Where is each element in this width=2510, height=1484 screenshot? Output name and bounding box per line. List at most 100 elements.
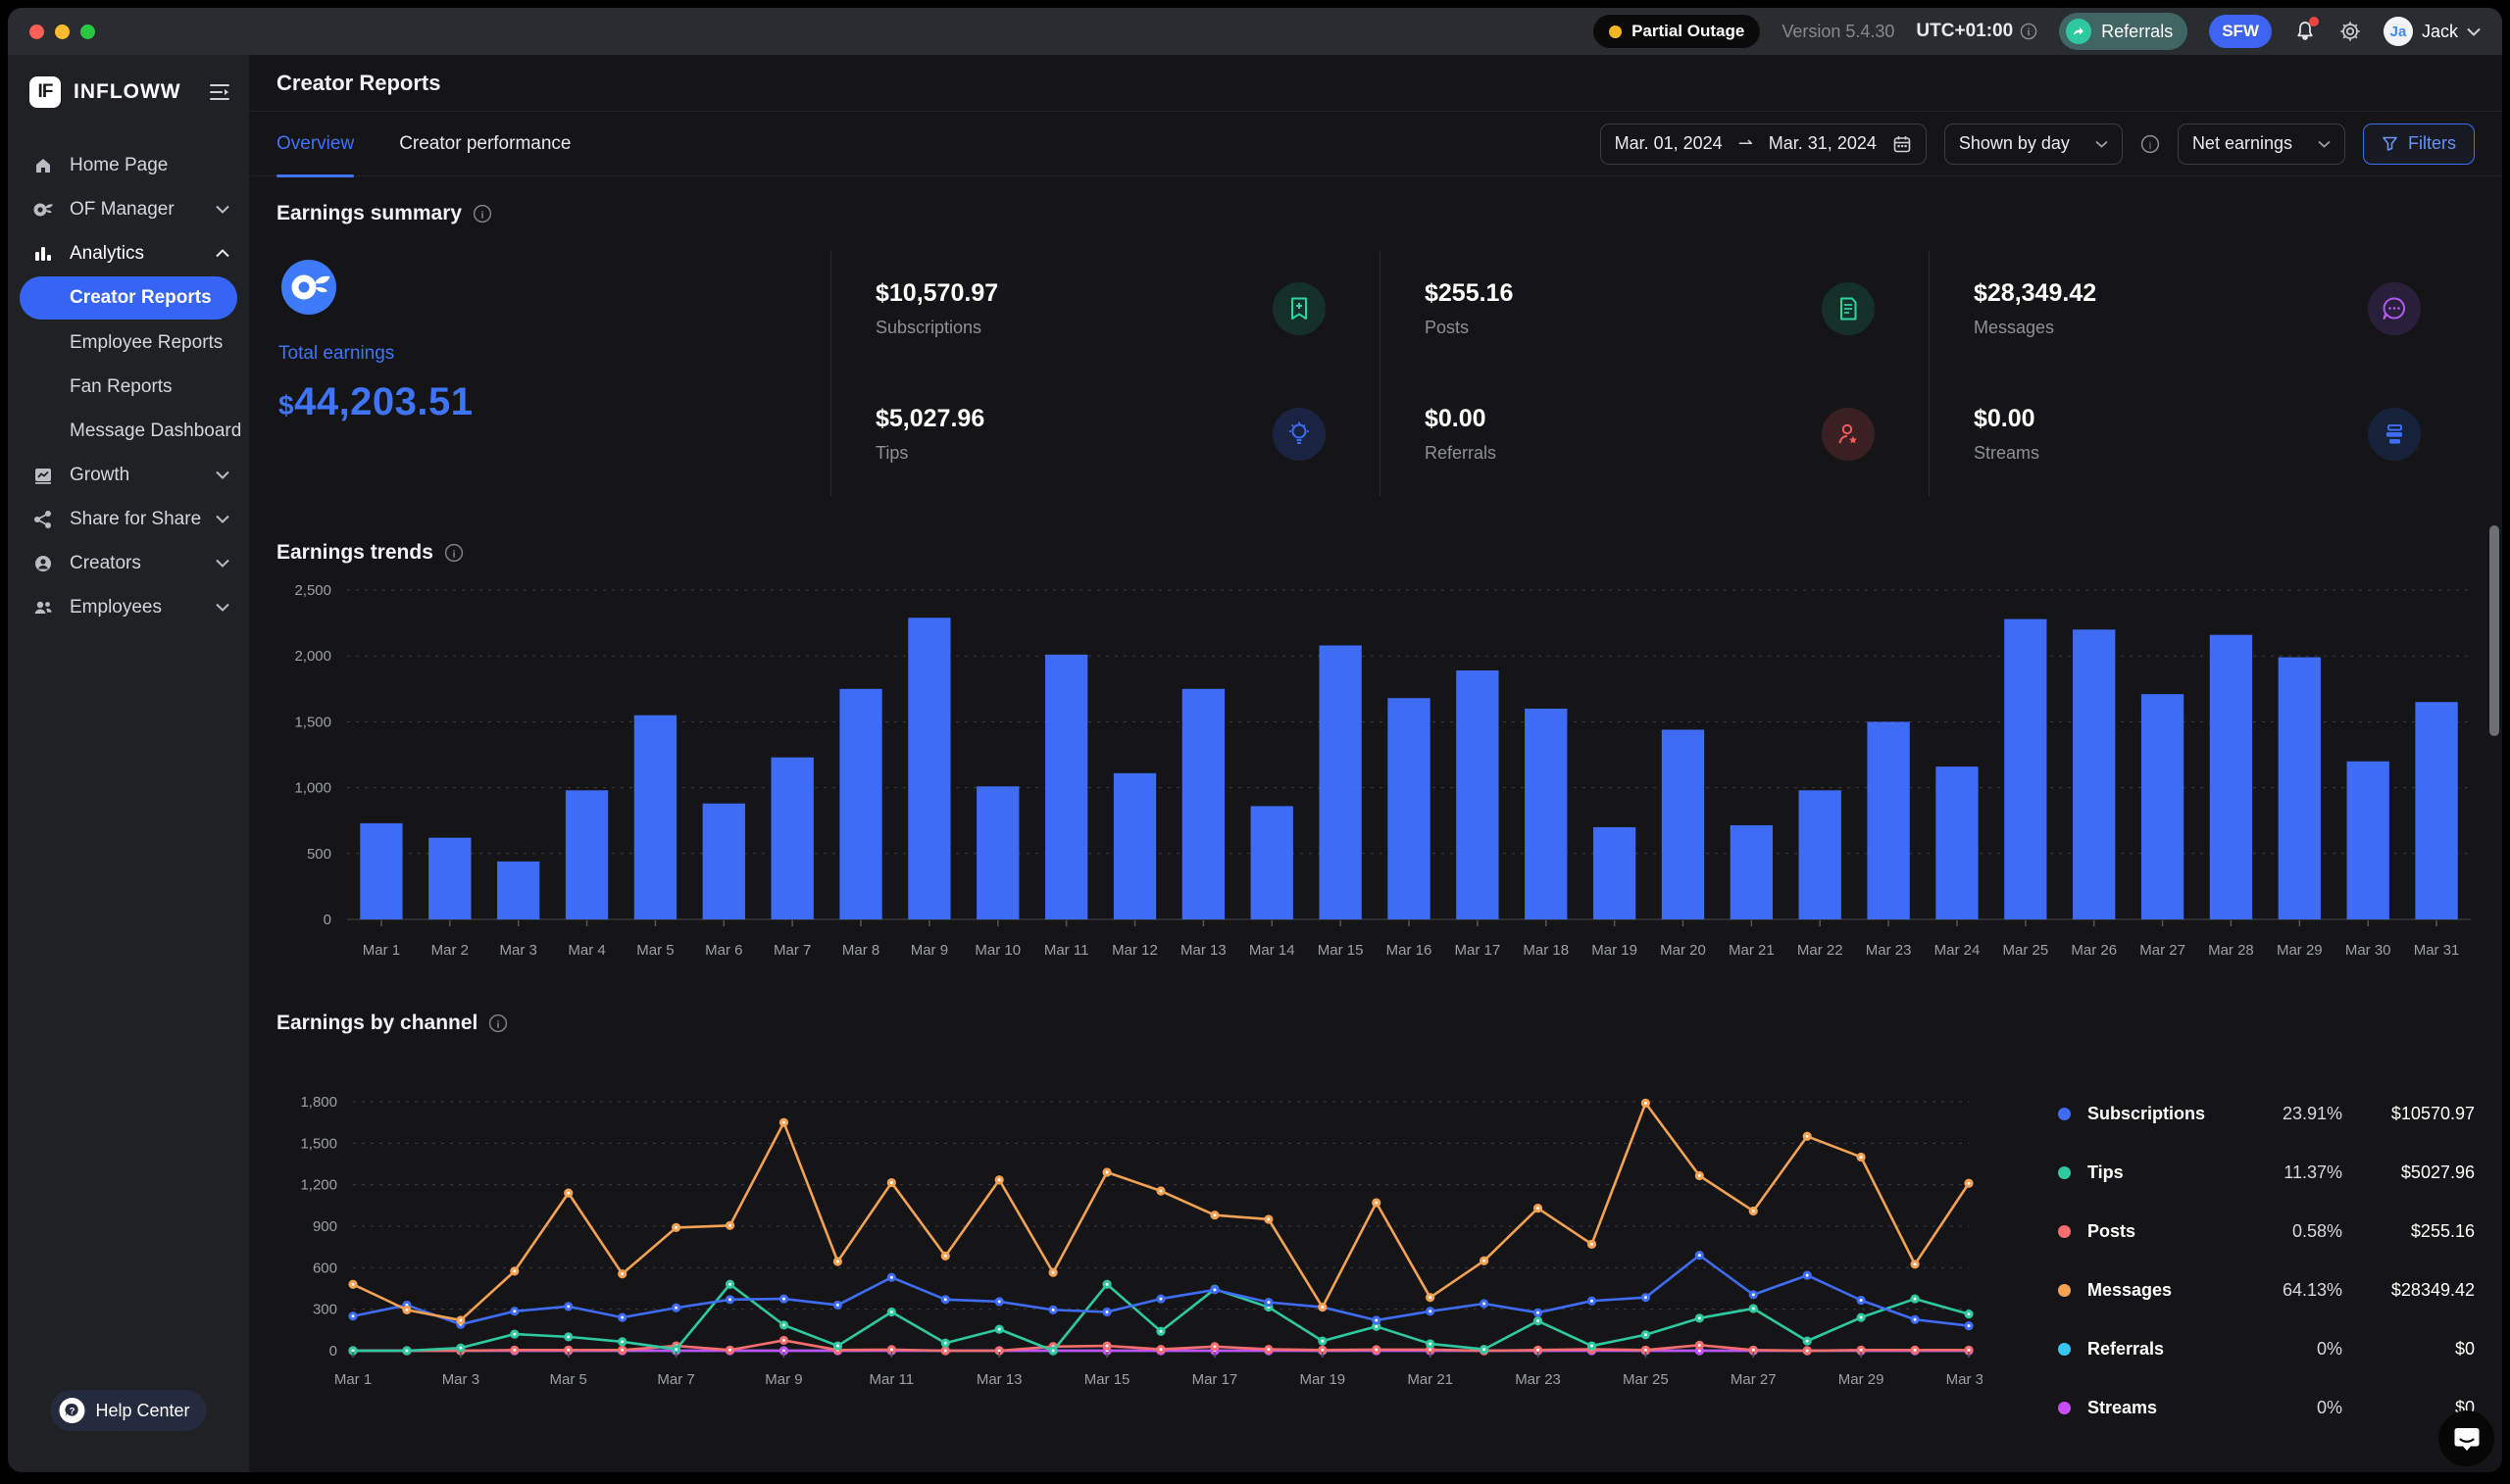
info-icon[interactable]: i — [2020, 23, 2037, 40]
svg-text:300: 300 — [313, 1302, 337, 1318]
stat-value: $0.00 — [1425, 405, 1496, 433]
legend-row[interactable]: Tips11.37%$5027.96 — [2058, 1155, 2475, 1191]
user-menu[interactable]: Ja Jack — [2384, 17, 2481, 46]
svg-text:Mar 22: Mar 22 — [1797, 942, 1843, 959]
person-circle-icon — [31, 554, 55, 573]
svg-text:Mar 10: Mar 10 — [975, 942, 1021, 959]
filters-button[interactable]: Filters — [2363, 124, 2475, 165]
sidebar-item-home-page[interactable]: Home Page — [8, 143, 249, 187]
analytics-icon — [31, 244, 55, 264]
sfw-badge[interactable]: SFW — [2209, 15, 2272, 48]
zoom-window-button[interactable] — [80, 25, 95, 39]
timezone-label: UTC+01:00 — [1916, 21, 2013, 42]
referrals-badge-label: Referrals — [2101, 22, 2173, 42]
legend-dot — [2058, 1108, 2071, 1120]
chat-dots-icon — [2368, 282, 2421, 335]
streams-bars-icon — [2368, 408, 2421, 461]
sidebar-item-label: Message Dashboard — [70, 420, 241, 442]
brand-name: INFLOWW — [74, 80, 181, 104]
legend-row[interactable]: Messages64.13%$28349.42 — [2058, 1272, 2475, 1309]
stat-label: Tips — [876, 443, 984, 464]
settings-gear-icon[interactable] — [2338, 20, 2362, 43]
notifications-button[interactable] — [2293, 20, 2317, 43]
sidebar-item-label: Creator Reports — [70, 287, 212, 309]
svg-text:Mar 25: Mar 25 — [2002, 942, 2048, 959]
stat-label: Streams — [1974, 443, 2039, 464]
svg-text:500: 500 — [307, 846, 331, 863]
earnings-by-channel-chart: 03006009001,2001,5001,800Mar 1Mar 3Mar 5… — [276, 1084, 1983, 1408]
currency-symbol: $ — [278, 390, 294, 420]
sidebar-item-creator-reports[interactable]: Creator Reports — [20, 276, 237, 320]
earnings-trends-section: Earnings trends i 05001,0001,5002,0002,5… — [276, 541, 2475, 968]
document-icon — [1822, 282, 1875, 335]
svg-text:1,500: 1,500 — [300, 1135, 337, 1152]
sidebar-item-employees[interactable]: Employees — [8, 585, 249, 629]
sidebar-item-analytics[interactable]: Analytics — [8, 231, 249, 275]
svg-text:Mar 23: Mar 23 — [1515, 1371, 1561, 1388]
tab-label: Overview — [276, 133, 354, 155]
titlebar: Partial Outage Version 5.4.30 UTC+01:00 … — [8, 8, 2502, 55]
date-from-value: Mar. 01, 2024 — [1615, 133, 1723, 154]
svg-text:Mar 16: Mar 16 — [1386, 942, 1432, 959]
stat-value: $28,349.42 — [1974, 279, 2096, 308]
legend-row[interactable]: Posts0.58%$255.16 — [2058, 1213, 2475, 1250]
channel-legend: Subscriptions23.91%$10570.97 Tips11.37%$… — [2058, 1074, 2475, 1449]
svg-text:Mar 18: Mar 18 — [1523, 942, 1569, 959]
onlyfans-logo-icon — [278, 257, 339, 318]
svg-text:Mar 28: Mar 28 — [2208, 942, 2254, 959]
legend-row[interactable]: Subscriptions23.91%$10570.97 — [2058, 1096, 2475, 1132]
status-badge[interactable]: Partial Outage — [1593, 15, 1760, 48]
minimize-window-button[interactable] — [55, 25, 70, 39]
svg-text:1,200: 1,200 — [300, 1177, 337, 1194]
summary-column: $10,570.97 Subscriptions $5,027.96 Tips — [830, 251, 1380, 496]
total-earnings-card: Total earnings $44,203.51 — [276, 251, 830, 496]
chat-messenger-button[interactable] — [2438, 1410, 2494, 1466]
scrollbar-thumb[interactable] — [2489, 525, 2499, 736]
chevron-down-icon — [2318, 140, 2331, 148]
sidebar-item-fan-reports[interactable]: Fan Reports — [8, 365, 249, 409]
window-controls[interactable] — [29, 25, 95, 39]
date-range-picker[interactable]: Mar. 01, 2024 ⇀ Mar. 31, 2024 — [1600, 124, 1927, 165]
stat-referrals: $0.00 Referrals — [1425, 382, 1875, 486]
svg-text:Mar 3: Mar 3 — [442, 1371, 479, 1388]
help-center-label: Help Center — [95, 1401, 189, 1421]
sidebar-item-label: OF Manager — [70, 199, 175, 221]
main-content: Earnings summary i Total earnings $44,20… — [249, 176, 2502, 1472]
legend-row[interactable]: Streams0%$0 — [2058, 1390, 2475, 1426]
tab-overview[interactable]: Overview — [276, 112, 354, 176]
svg-text:1,800: 1,800 — [300, 1094, 337, 1111]
shown-by-select[interactable]: Shown by day — [1944, 124, 2123, 165]
svg-text:Mar 12: Mar 12 — [1112, 942, 1158, 959]
shown-by-value: Shown by day — [1959, 133, 2070, 154]
sidebar: IF INFLOWW Home Page OF Manager — [8, 55, 249, 1472]
svg-text:Mar 15: Mar 15 — [1084, 1371, 1130, 1388]
referrals-badge[interactable]: Referrals — [2059, 13, 2187, 50]
svg-text:Mar 13: Mar 13 — [977, 1371, 1023, 1388]
tab-creator-performance[interactable]: Creator performance — [399, 112, 571, 176]
legend-row[interactable]: Referrals0%$0 — [2058, 1331, 2475, 1367]
metric-select[interactable]: Net earnings — [2178, 124, 2345, 165]
stat-posts: $255.16 Posts — [1425, 257, 1875, 361]
stat-subscriptions: $10,570.97 Subscriptions — [876, 257, 1326, 361]
info-icon[interactable]: i — [473, 204, 492, 223]
info-icon[interactable]: i — [2140, 134, 2160, 154]
sidebar-collapse-icon[interactable] — [208, 82, 231, 102]
svg-text:Mar 29: Mar 29 — [2277, 942, 2323, 959]
svg-text:1,500: 1,500 — [294, 714, 331, 730]
sfw-label: SFW — [2222, 22, 2259, 41]
info-icon[interactable]: i — [444, 543, 464, 563]
total-earnings-label: Total earnings — [278, 343, 777, 365]
sidebar-item-message-dashboard[interactable]: Message Dashboard — [8, 409, 249, 453]
sidebar-item-creators[interactable]: Creators — [8, 541, 249, 585]
home-icon — [31, 156, 55, 175]
people-icon — [31, 598, 55, 618]
sidebar-item-of-manager[interactable]: OF Manager — [8, 187, 249, 231]
sidebar-item-employee-reports[interactable]: Employee Reports — [8, 321, 249, 365]
help-center-button[interactable]: ? Help Center — [50, 1390, 206, 1431]
sidebar-item-share-for-share[interactable]: Share for Share — [8, 497, 249, 541]
sidebar-item-growth[interactable]: Growth — [8, 453, 249, 497]
svg-text:Mar 15: Mar 15 — [1318, 942, 1364, 959]
info-icon[interactable]: i — [488, 1014, 508, 1033]
close-window-button[interactable] — [29, 25, 44, 39]
legend-dot — [2058, 1343, 2071, 1356]
